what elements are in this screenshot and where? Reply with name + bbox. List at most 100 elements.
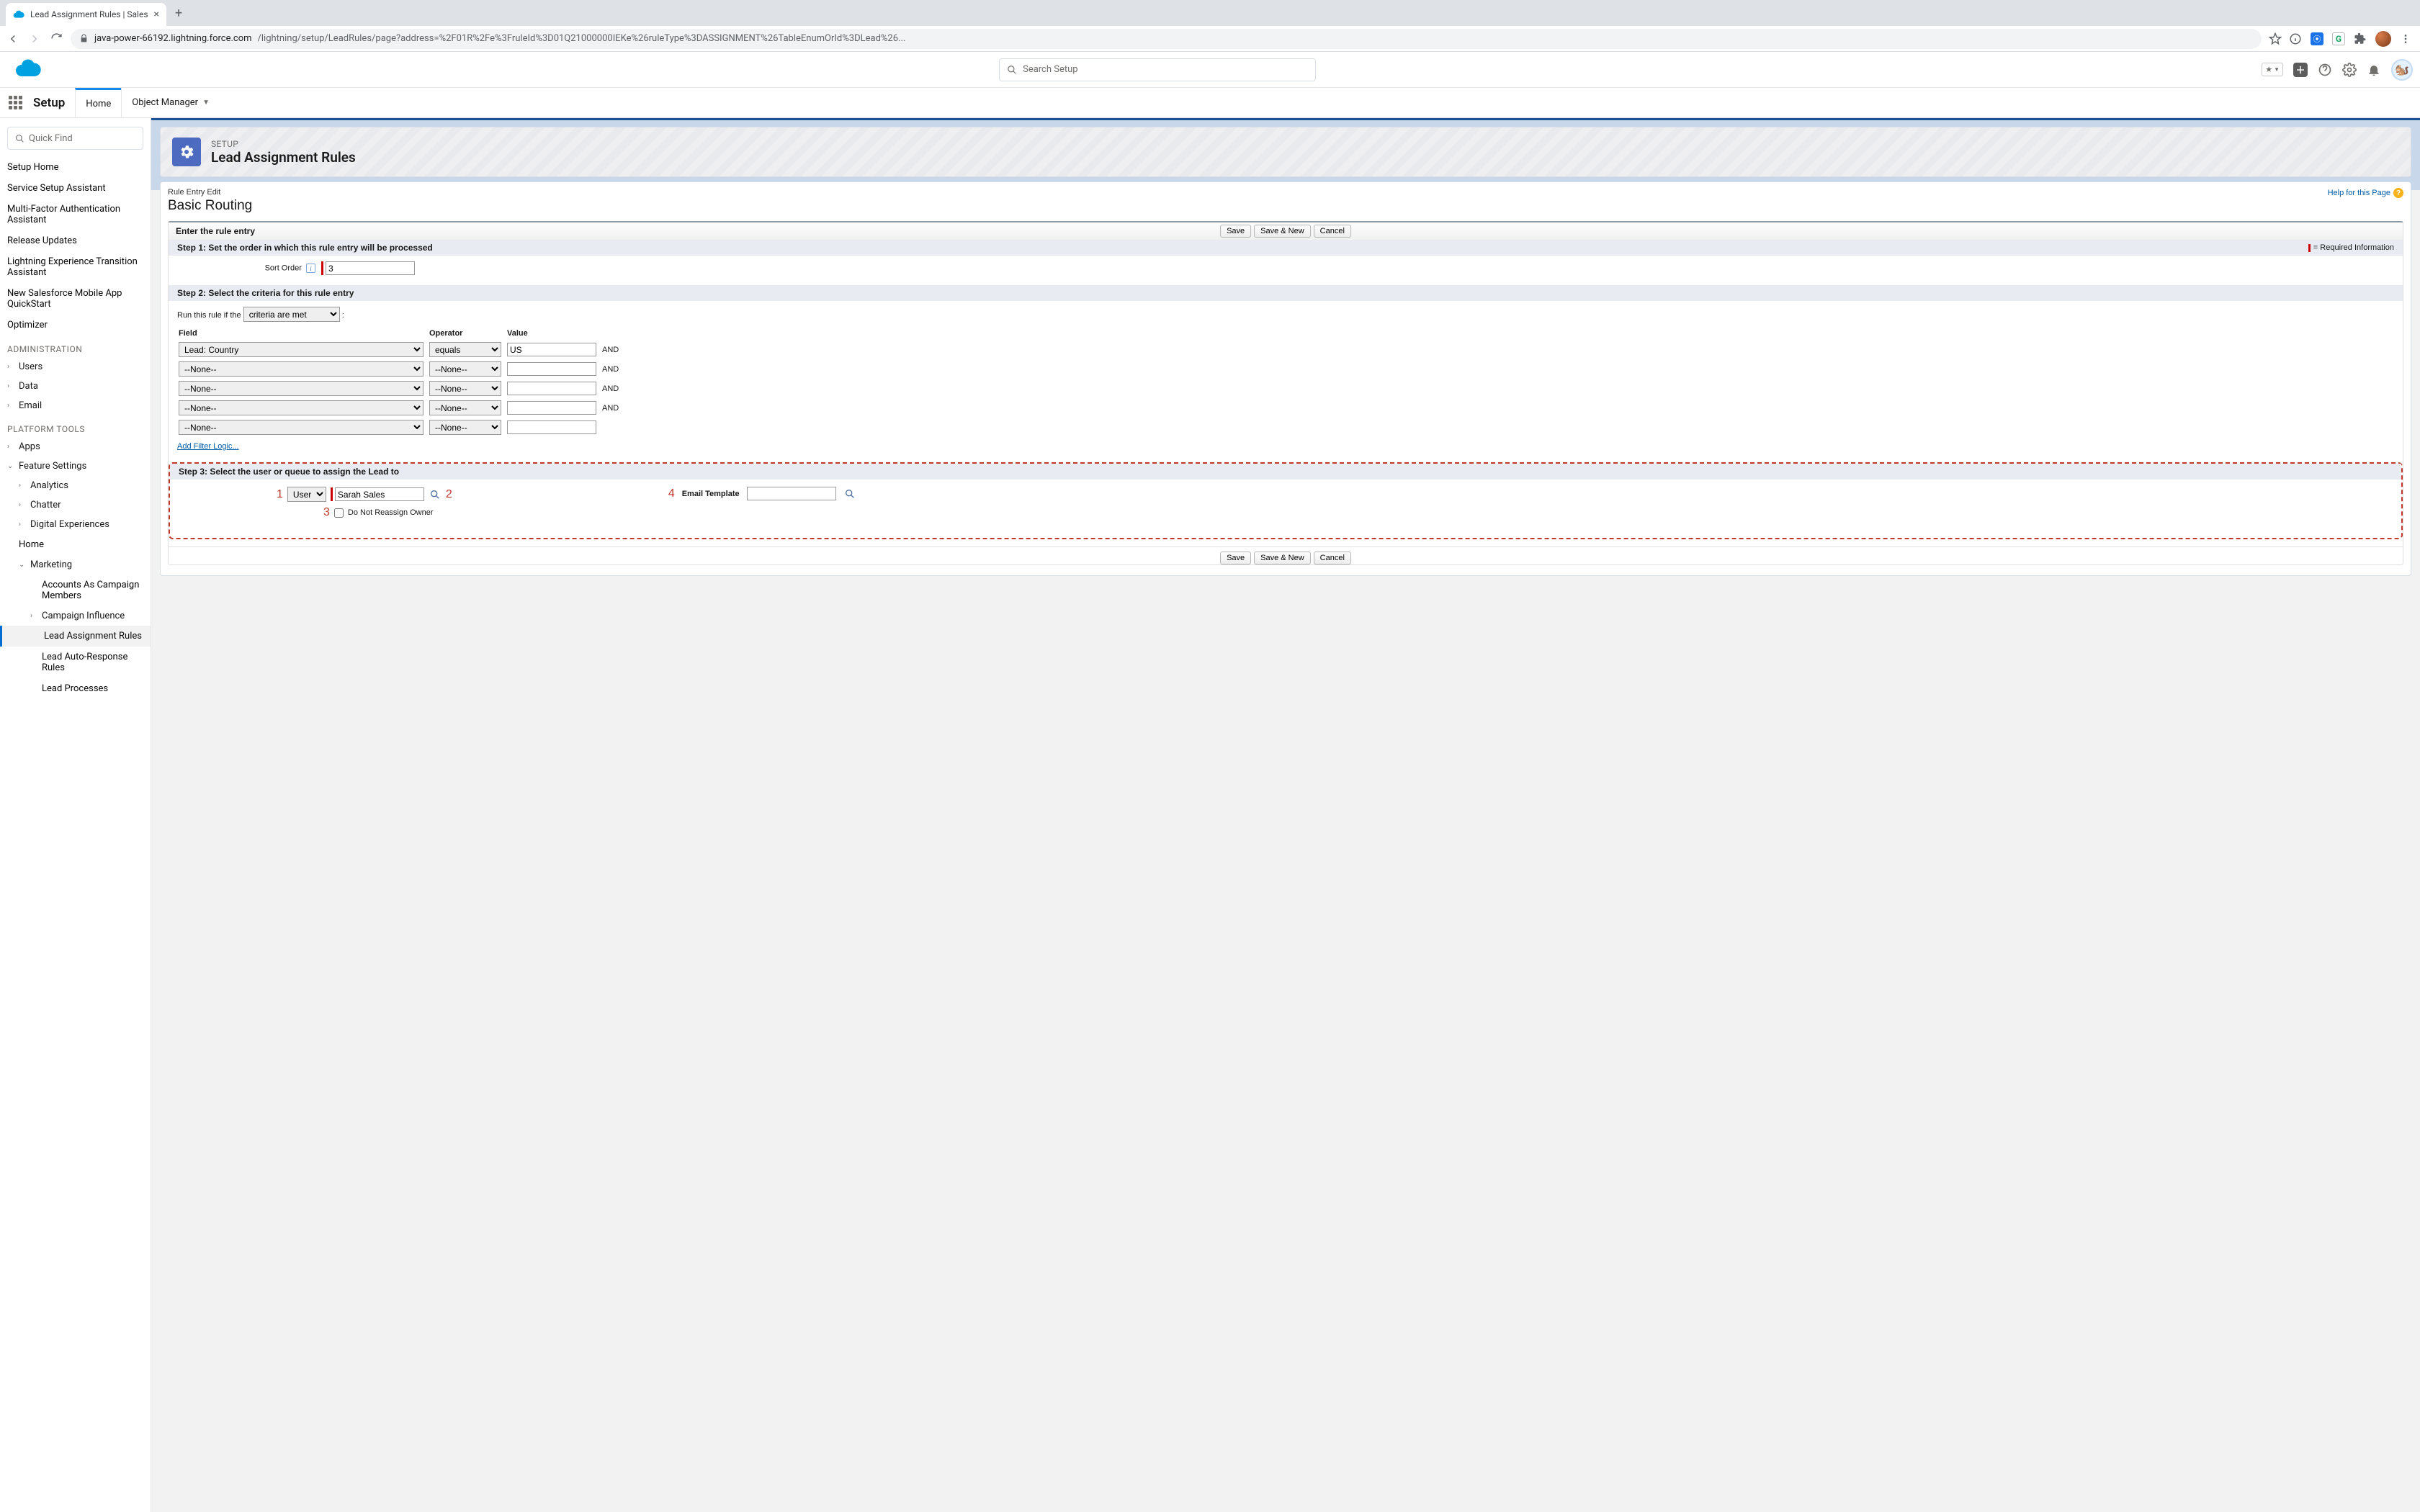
save-button[interactable]: Save (1220, 552, 1251, 564)
callout-1: 1 (277, 488, 283, 501)
sidebar-item-apps[interactable]: ›Apps (0, 437, 151, 456)
sidebar-item[interactable]: Lead Processes (0, 678, 151, 699)
lookup-icon[interactable] (429, 488, 442, 501)
global-header: Search Setup ★ ▼ ＋ 🐿️ (0, 52, 2420, 88)
required-note: = Required Information (2308, 243, 2394, 252)
url-path: /lightning/setup/LeadRules/page?address=… (258, 33, 906, 44)
sidebar-item[interactable]: Optimizer (0, 315, 151, 336)
extension-icon[interactable]: G (2332, 32, 2345, 45)
run-rule-select[interactable]: criteria are met (243, 307, 340, 322)
value-input[interactable] (507, 343, 596, 356)
step2-header: Step 2: Select the criteria for this rul… (169, 285, 2403, 301)
browser-tab[interactable]: Lead Assignment Rules | Sales × (6, 3, 166, 26)
close-icon[interactable]: × (154, 9, 159, 20)
salesforce-logo[interactable] (14, 59, 46, 81)
app-title: Setup (30, 88, 75, 117)
sidebar-item[interactable]: Accounts As Campaign Members (0, 575, 151, 606)
field-select[interactable]: --None-- (179, 400, 424, 415)
sidebar-item-digital-experiences[interactable]: ›Digital Experiences (0, 515, 151, 534)
page-eyebrow: SETUP (211, 139, 356, 149)
search-icon (1007, 65, 1017, 75)
add-filter-logic-link[interactable]: Add Filter Logic... (177, 442, 239, 451)
nav-tab-home[interactable]: Home (75, 88, 121, 117)
global-actions-button[interactable]: ＋ (2293, 63, 2308, 77)
col-value: Value (507, 328, 601, 339)
field-select[interactable]: --None-- (179, 420, 424, 435)
operator-select[interactable]: --None-- (429, 381, 501, 396)
field-select[interactable]: Lead: Country (179, 342, 424, 357)
menu-icon[interactable] (2400, 33, 2411, 45)
star-icon[interactable] (2269, 32, 2282, 45)
forward-button[interactable] (27, 32, 42, 45)
bell-icon[interactable] (2367, 63, 2381, 77)
col-field: Field (179, 328, 428, 339)
extension-icon[interactable]: ⦿ (2311, 32, 2323, 45)
help-icon: ? (2393, 188, 2403, 198)
sort-order-input[interactable] (326, 261, 415, 275)
sidebar-item-marketing[interactable]: ⌄Marketing (0, 555, 151, 575)
user-avatar[interactable]: 🐿️ (2391, 59, 2413, 81)
app-launcher[interactable] (0, 88, 30, 117)
sidebar-item[interactable]: Lead Auto-Response Rules (0, 647, 151, 678)
puzzle-icon[interactable] (2354, 32, 2367, 45)
criteria-row: --None-- --None-- (179, 418, 623, 436)
email-template-input[interactable] (747, 487, 836, 500)
gear-icon (172, 138, 201, 166)
sidebar-item-email[interactable]: ›Email (0, 396, 151, 415)
help-icon[interactable] (2318, 63, 2332, 77)
gear-icon[interactable] (2342, 63, 2357, 77)
callout-3: 3 (323, 506, 330, 519)
sidebar-item[interactable]: New Salesforce Mobile App QuickStart (0, 283, 151, 315)
operator-select[interactable]: equals (429, 342, 501, 357)
operator-select[interactable]: --None-- (429, 361, 501, 377)
back-button[interactable] (6, 32, 20, 45)
value-input[interactable] (507, 362, 596, 376)
sidebar-item[interactable]: Multi-Factor Authentication Assistant (0, 199, 151, 230)
sidebar-item-data[interactable]: ›Data (0, 377, 151, 396)
info-icon[interactable]: i (306, 264, 315, 273)
value-input[interactable] (507, 420, 596, 434)
criteria-row: --None-- --None-- AND (179, 399, 623, 417)
sidebar-item[interactable]: Setup Home (0, 157, 151, 178)
sidebar-item-lead-assignment-rules[interactable]: Lead Assignment Rules (0, 626, 151, 647)
sidebar-item-home[interactable]: Home (0, 534, 151, 555)
save-button[interactable]: Save (1220, 225, 1251, 238)
lookup-icon[interactable] (843, 487, 856, 500)
sidebar-item[interactable]: Service Setup Assistant (0, 178, 151, 199)
favorites-button[interactable]: ★ ▼ (2262, 63, 2283, 76)
address-bar[interactable]: java-power-66192.lightning.force.com/lig… (71, 29, 2262, 49)
sidebar-item-feature-settings[interactable]: ⌄Feature Settings (0, 456, 151, 476)
quick-find-input[interactable]: Quick Find (7, 127, 143, 150)
field-select[interactable]: --None-- (179, 381, 424, 396)
assignee-type-select[interactable]: User (287, 487, 326, 502)
info-icon[interactable] (2289, 32, 2302, 45)
operator-select[interactable]: --None-- (429, 400, 501, 415)
field-select[interactable]: --None-- (179, 361, 424, 377)
global-search[interactable]: Search Setup (999, 58, 1316, 81)
save-new-button[interactable]: Save & New (1254, 552, 1311, 564)
operator-select[interactable]: --None-- (429, 420, 501, 435)
app-nav-bar: Setup Home Object Manager▼ (0, 88, 2420, 118)
search-placeholder: Search Setup (1023, 64, 1078, 75)
sidebar-item[interactable]: Release Updates (0, 230, 151, 251)
sidebar-item-campaign-influence[interactable]: ›Campaign Influence (0, 606, 151, 626)
sidebar-item[interactable]: Lightning Experience Transition Assistan… (0, 251, 151, 283)
value-input[interactable] (507, 401, 596, 415)
cancel-button[interactable]: Cancel (1314, 552, 1351, 564)
sidebar-item-chatter[interactable]: ›Chatter (0, 495, 151, 515)
assignee-input[interactable] (335, 487, 424, 501)
nav-tab-object-manager[interactable]: Object Manager▼ (121, 88, 220, 117)
reload-button[interactable] (49, 32, 63, 45)
cancel-button[interactable]: Cancel (1314, 225, 1351, 238)
save-new-button[interactable]: Save & New (1254, 225, 1311, 238)
help-link[interactable]: Help for this Page? (2328, 188, 2403, 198)
callout-4: 4 (668, 487, 675, 500)
sidebar-item-analytics[interactable]: ›Analytics (0, 476, 151, 495)
subtitle: Rule Entry Edit (168, 188, 252, 197)
profile-avatar[interactable] (2375, 31, 2391, 47)
value-input[interactable] (507, 382, 596, 395)
section-title: Enter the rule entry (176, 226, 255, 236)
new-tab-button[interactable]: + (166, 6, 191, 21)
sidebar-item-users[interactable]: ›Users (0, 357, 151, 377)
do-not-reassign-checkbox[interactable] (334, 508, 344, 518)
